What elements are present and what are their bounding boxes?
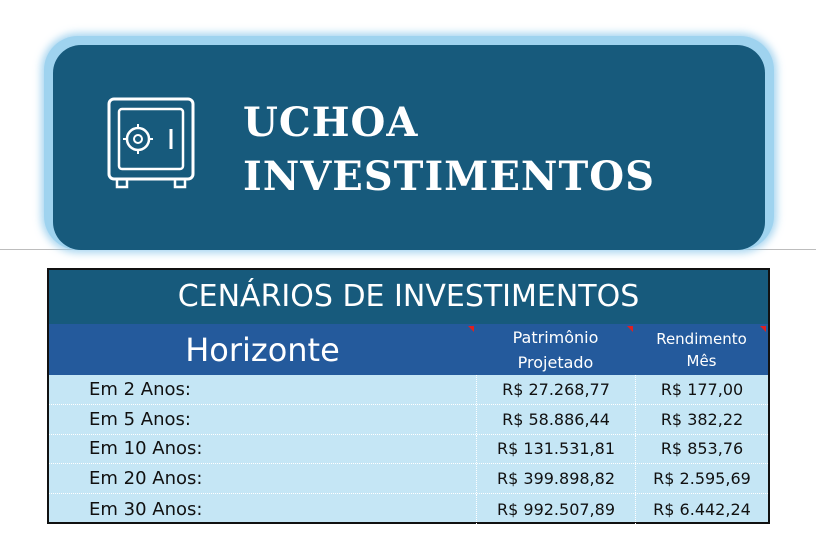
header-monthly-income[interactable]: Rendimento Mês (635, 324, 768, 375)
table-row: Em 5 Anos: R$ 58.886,44 R$ 382,22 (49, 404, 768, 435)
table-row: Em 30 Anos: R$ 992.507,89 R$ 6.442,24 (49, 494, 768, 524)
horizon-cell[interactable]: Em 5 Anos: (49, 405, 476, 434)
brand-name-line1: UCHOA (243, 99, 419, 146)
header-projected-patrimony[interactable]: Patrimônio Projetado (476, 324, 635, 375)
horizon-cell[interactable]: Em 2 Anos: (49, 375, 476, 404)
monthly-income-cell[interactable]: R$ 177,00 (635, 375, 768, 404)
projected-patrimony-cell[interactable]: R$ 992.507,89 (476, 494, 635, 524)
brand-name-line2: INVESTIMENTOS (243, 153, 655, 200)
header-banner-inner: UCHOA INVESTIMENTOS (53, 45, 765, 250)
monthly-income-cell[interactable]: R$ 382,22 (635, 404, 768, 434)
projected-patrimony-cell[interactable]: R$ 27.268,77 (476, 375, 635, 404)
comment-marker-icon[interactable] (468, 326, 474, 332)
table-row: Em 2 Anos: R$ 27.268,77 R$ 177,00 (49, 375, 768, 405)
table-header-row: Horizonte Patrimônio Projetado Rendiment… (49, 324, 768, 375)
projected-patrimony-cell[interactable]: R$ 399.898,82 (476, 464, 635, 494)
table-row: Em 10 Anos: R$ 131.531,81 R$ 853,76 (49, 434, 768, 465)
comment-marker-icon[interactable] (760, 326, 766, 332)
header-patrimony-line1: Patrimônio (512, 327, 599, 347)
table-row: Em 20 Anos: R$ 399.898,82 R$ 2.595,69 (49, 464, 768, 495)
header-income-line2: Mês (686, 351, 717, 370)
monthly-income-cell[interactable]: R$ 853,76 (635, 434, 768, 464)
table-title[interactable]: CENÁRIOS DE INVESTIMENTOS (49, 270, 768, 324)
header-patrimony-line2: Projetado (517, 352, 594, 372)
header-horizon[interactable]: Horizonte (49, 324, 476, 375)
investment-scenarios-table[interactable]: CENÁRIOS DE INVESTIMENTOS Horizonte Patr… (47, 268, 770, 524)
safe-icon (107, 97, 195, 189)
monthly-income-cell[interactable]: R$ 6.442,24 (635, 494, 768, 524)
horizon-cell[interactable]: Em 30 Anos: (49, 494, 476, 524)
horizon-cell[interactable]: Em 20 Anos: (49, 464, 476, 493)
header-horizon-label: Horizonte (185, 330, 340, 369)
header-banner[interactable]: UCHOA INVESTIMENTOS (44, 36, 774, 250)
comment-marker-icon[interactable] (627, 326, 633, 332)
projected-patrimony-cell[interactable]: R$ 58.886,44 (476, 404, 635, 434)
spreadsheet-page: UCHOA INVESTIMENTOS CENÁRIOS DE INVESTIM… (0, 0, 816, 542)
table-body: Em 2 Anos: R$ 27.268,77 R$ 177,00 Em 5 A… (49, 375, 768, 524)
horizon-cell[interactable]: Em 10 Anos: (49, 435, 476, 464)
header-income-line1: Rendimento (656, 329, 747, 348)
monthly-income-cell[interactable]: R$ 2.595,69 (635, 464, 768, 494)
projected-patrimony-cell[interactable]: R$ 131.531,81 (476, 434, 635, 464)
